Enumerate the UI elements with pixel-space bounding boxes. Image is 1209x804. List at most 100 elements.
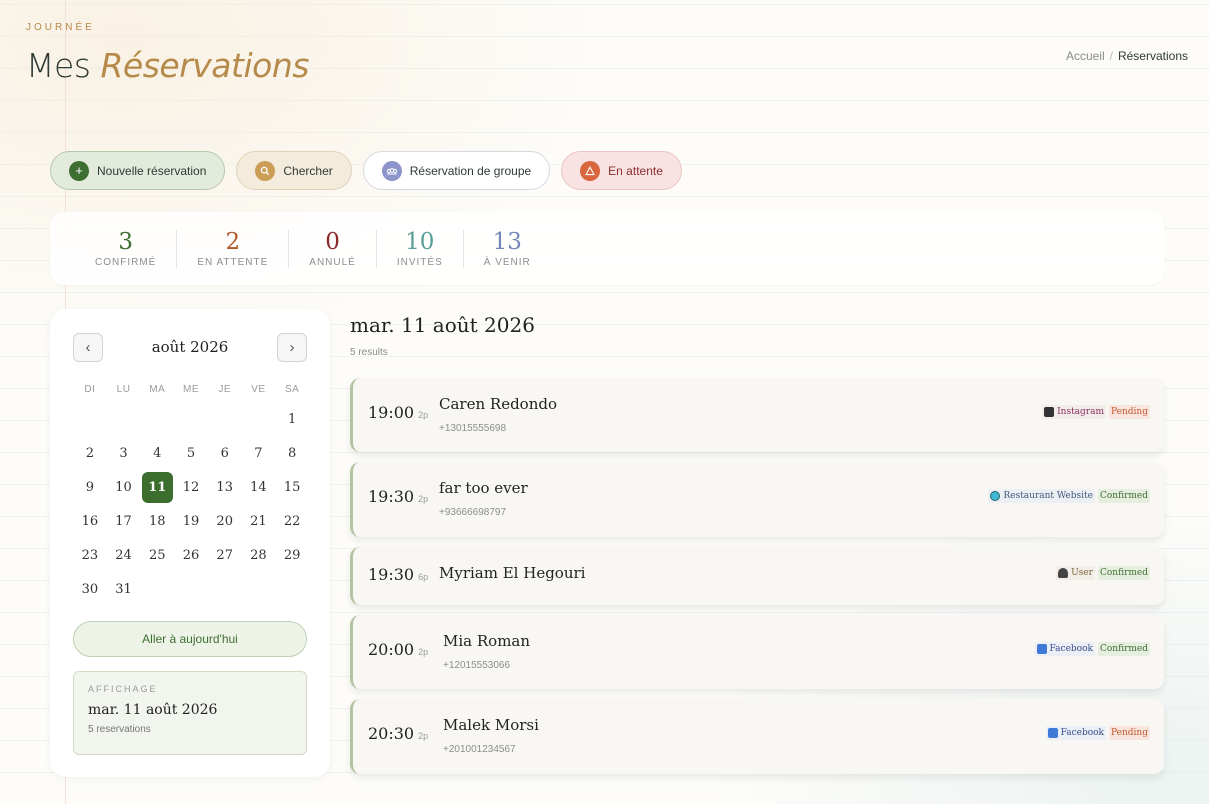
calendar-day[interactable]: 29: [275, 540, 309, 571]
stat-cancelled-value: 0: [325, 228, 340, 255]
calendar-day[interactable]: 27: [208, 540, 242, 571]
stat-confirmed-value: 3: [118, 228, 133, 255]
book-icon: [1047, 728, 1058, 738]
calendar-day[interactable]: 13: [208, 472, 242, 503]
stat-pending: 2 EN ATTENTE: [177, 229, 290, 268]
view-summary-label: AFFICHAGE: [88, 684, 158, 694]
stat-cancelled: 0 ANNULÉ: [289, 228, 377, 268]
pending-button[interactable]: En attente: [561, 151, 682, 190]
weekday-header: LU: [116, 384, 131, 395]
camera-icon: [1044, 407, 1055, 417]
calendar-day[interactable]: 5: [174, 438, 208, 469]
reservation-name: Malek Morsi: [443, 716, 539, 734]
calendar-day[interactable]: 17: [107, 506, 141, 537]
calendar-day[interactable]: 1: [275, 404, 309, 435]
stat-upcoming-label: À VENIR: [483, 256, 531, 268]
calendar-blank: [242, 404, 276, 435]
source-badge-label: Facebook: [1049, 644, 1093, 654]
reservation-card[interactable]: 19:00 2p Caren Redondo +13015555698 Instagra…: [350, 378, 1164, 452]
source-badge-label: User: [1071, 568, 1093, 578]
reservation-time-value: 19:30: [368, 565, 415, 584]
reservation-card[interactable]: 20:00 2p Mia Roman +12015553066 Facebook Conf…: [350, 615, 1164, 689]
weekday-header: MA: [149, 384, 166, 395]
calendar-day[interactable]: 3: [107, 438, 141, 469]
stat-guests-label: INVITÉS: [396, 256, 443, 268]
calendar-day[interactable]: 8: [275, 438, 309, 469]
calendar-day[interactable]: 22: [275, 506, 309, 537]
calendar-blank: [174, 404, 208, 435]
status-badge: Confirmed: [1097, 642, 1150, 656]
reservation-card[interactable]: 20:30 2p Malek Morsi +201001234567 Facebook P…: [350, 699, 1164, 774]
reservation-phone: +13015555698: [439, 423, 507, 434]
reservation-party-size: 6p: [418, 572, 429, 582]
breadcrumb: Accueil / Réservations: [1066, 49, 1188, 63]
reservation-time: 19:30 2p: [368, 487, 428, 506]
list-count: 5 results: [350, 347, 388, 358]
calendar-day[interactable]: 9: [73, 472, 107, 503]
calendar-blank: [73, 404, 107, 435]
calendar-day[interactable]: 7: [242, 438, 276, 469]
status-badge: Pending: [1109, 726, 1150, 740]
prev-month-button[interactable]: ‹: [73, 332, 103, 362]
calendar-blank: [107, 404, 141, 435]
calendar-day[interactable]: 19: [174, 506, 208, 537]
breadcrumb-separator: /: [1109, 49, 1113, 63]
next-month-button[interactable]: ›: [276, 332, 307, 362]
breadcrumb-current: Réservations: [1117, 49, 1188, 63]
calendar-day[interactable]: 15: [275, 472, 309, 503]
calendar-day[interactable]: 21: [242, 506, 276, 537]
source-badge-label: Restaurant Website: [1003, 491, 1093, 501]
stat-upcoming-value: 13: [492, 228, 522, 255]
calendar-day[interactable]: 6: [208, 438, 242, 469]
stat-pending-label: EN ATTENTE: [197, 256, 269, 268]
calendar-day-selected[interactable]: 11: [141, 472, 173, 503]
source-badge: Facebook: [1034, 642, 1095, 656]
calendar-day[interactable]: 30: [73, 574, 107, 605]
calendar-day[interactable]: 23: [73, 540, 107, 571]
breadcrumb-home[interactable]: Accueil: [1066, 49, 1105, 63]
calendar-day[interactable]: 31: [107, 574, 141, 605]
calendar-day[interactable]: 28: [242, 540, 276, 571]
book-icon: [1036, 644, 1047, 654]
stat-confirmed-label: CONFIRMÉ: [95, 256, 157, 268]
calendar-day[interactable]: 12: [174, 472, 208, 503]
calendar-day[interactable]: 14: [242, 472, 276, 503]
group-reservation-button[interactable]: Réservation de groupe: [362, 151, 551, 190]
view-summary-count: 5 reservations: [88, 724, 151, 735]
calendar-day[interactable]: 25: [140, 540, 174, 571]
calendar-day[interactable]: 24: [107, 540, 141, 571]
pending-label: En attente: [608, 163, 663, 178]
reservation-tags: Facebook Confirmed: [1034, 642, 1150, 656]
page-title-plain: Mes: [26, 46, 91, 85]
source-badge: Instagram: [1042, 405, 1107, 419]
calendar-day[interactable]: 10: [107, 472, 141, 503]
weekday-header: VE: [251, 384, 266, 395]
group-icon: [381, 160, 402, 181]
stat-cancelled-label: ANNULÉ: [309, 256, 356, 268]
reservation-tags: Restaurant Website Confirmed: [988, 489, 1150, 503]
reservation-name: far too ever: [439, 479, 528, 497]
calendar-day[interactable]: 16: [73, 506, 107, 537]
calendar-day[interactable]: 2: [73, 438, 107, 469]
weekday-header: JE: [218, 384, 232, 395]
calendar-day[interactable]: 26: [174, 540, 208, 571]
go-to-today-button[interactable]: Aller à aujourd'hui: [73, 621, 307, 657]
calendar-grid: DI LU MA ME JE VE SA 1 2 3 4 5 6 7 8 9 10 11 12 13 14 15 16 17 1…: [73, 379, 309, 605]
chevron-right-icon: ›: [289, 338, 295, 356]
calendar-month: août 2026: [151, 338, 229, 356]
reservation-card[interactable]: 19:30 6p Myriam El Hegouri User Confirmed: [350, 547, 1164, 605]
reservation-card[interactable]: 19:30 2p far too ever +93666698797 Restauran…: [350, 462, 1164, 537]
reservation-tags: Facebook Pending: [1045, 726, 1150, 740]
list-title: mar. 11 août 2026: [350, 313, 535, 337]
calendar-day[interactable]: 4: [140, 438, 174, 469]
search-button[interactable]: Chercher: [236, 151, 352, 190]
reservation-time: 20:30 2p: [368, 724, 428, 743]
calendar-day[interactable]: 20: [208, 506, 242, 537]
page-eyebrow: JOURNÉE: [26, 22, 95, 33]
reservation-party-size: 2p: [418, 410, 429, 420]
new-reservation-button[interactable]: + Nouvelle réservation: [50, 151, 226, 190]
reservation-time: 19:00 2p: [368, 403, 428, 422]
calendar-day[interactable]: 18: [140, 506, 174, 537]
source-badge-label: Instagram: [1057, 407, 1105, 417]
reservation-phone: +12015553066: [443, 660, 511, 671]
